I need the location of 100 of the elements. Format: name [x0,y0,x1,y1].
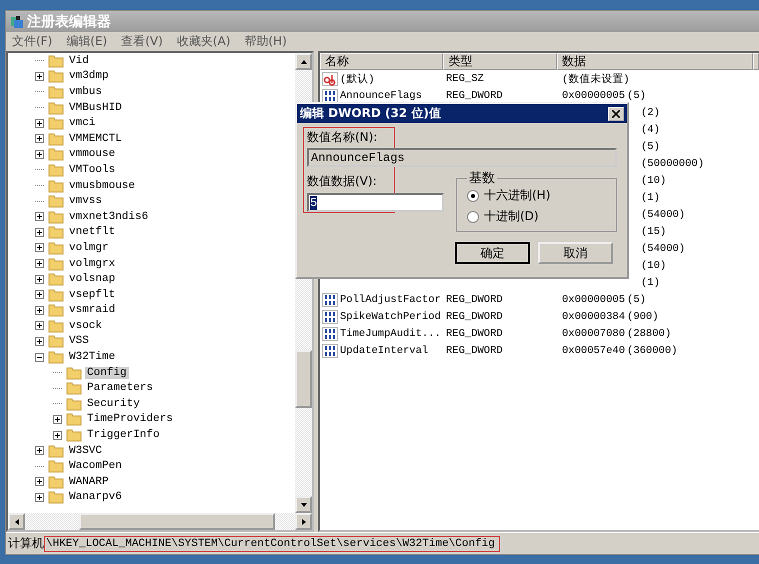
expand-icon[interactable] [35,477,44,486]
menu-item[interactable]: 编辑(E) [66,33,108,50]
expand-icon[interactable] [35,72,44,81]
tree-item[interactable]: WANARP [67,476,111,488]
value-name[interactable]: (默认) [340,72,375,86]
value-name[interactable]: PollAdjustFactor [340,294,441,306]
expand-icon[interactable] [35,228,44,237]
scroll-right-button[interactable] [295,513,312,530]
menu-item[interactable]: 帮助(H) [244,33,287,50]
expand-icon[interactable] [35,446,44,456]
expand-icon[interactable] [53,430,62,440]
dialog-button[interactable]: 取消 [538,242,613,264]
tree-item[interactable]: vmvss [67,195,104,208]
folder-icon [48,178,64,193]
value-data-field[interactable]: 5 [307,193,444,212]
tree-item[interactable]: vmusbmouse [67,180,138,192]
string-value-icon [322,72,338,86]
tree-item[interactable]: vmbus [67,86,104,98]
tree-item[interactable]: vnetflt [67,226,118,238]
tree-item[interactable]: Wanarpv6 [67,491,124,504]
folder-icon [48,147,64,162]
tree-item[interactable]: WacomPen [67,460,124,472]
tree-item[interactable]: Config [85,366,129,379]
close-button[interactable] [608,106,624,120]
tree-item[interactable]: W32Time [67,351,118,364]
tree-item[interactable]: Security [85,398,142,410]
tree-item[interactable]: vsock [67,320,104,332]
column-header[interactable]: 数据 [557,53,753,70]
tree-item[interactable]: TriggerInfo [85,429,162,442]
value-name[interactable]: AnnounceFlags [340,90,422,102]
menu-item[interactable]: 文件(F) [12,33,52,50]
expand-icon[interactable] [35,306,44,315]
expand-icon[interactable] [35,243,44,252]
right-arrow-icon[interactable] [300,518,308,526]
scroll-thumb[interactable] [295,350,312,408]
folder-icon [48,194,64,208]
value-type: REG_DWORD [446,90,503,102]
folder-icon [48,162,64,177]
value-name[interactable]: TimeJumpAudit... [340,328,441,340]
expand-icon[interactable] [35,259,44,268]
tree-item[interactable]: vsepflt [67,288,118,301]
expand-icon[interactable] [35,150,44,159]
scroll-thumb[interactable] [79,513,275,530]
value-name[interactable]: UpdateInterval [340,344,428,356]
value-name-field[interactable]: AnnounceFlags [307,148,617,167]
expand-icon[interactable] [35,134,44,144]
folder-icon [48,334,64,348]
menu-item[interactable]: 查看(V) [121,33,163,50]
up-arrow-icon[interactable] [300,58,308,66]
folder-icon [48,350,64,364]
folder-icon [48,100,64,115]
tree-item[interactable]: TimeProviders [85,413,175,426]
scroll-up-button[interactable] [295,53,312,70]
tree-item[interactable]: vmmouse [67,148,118,160]
column-header[interactable]: 名称 [320,53,444,70]
tree-item[interactable]: VMBusHID [67,102,124,114]
tree-item[interactable]: vmci [67,117,98,130]
expand-icon[interactable] [35,492,44,502]
menu-item[interactable]: 收藏夹(A) [176,33,230,50]
expand-icon[interactable] [35,336,44,346]
expand-icon[interactable] [35,212,44,222]
value-name[interactable]: SpikeWatchPeriod [340,310,441,322]
tree-item[interactable]: vsmraid [67,304,118,316]
horizontal-scrollbar[interactable] [8,513,312,530]
value-type: REG_DWORD [446,310,503,322]
left-arrow-icon[interactable] [12,518,20,526]
tree-item[interactable]: Parameters [85,382,156,394]
tree-item[interactable]: VMTools [67,164,118,176]
value-decimal: (10) [641,174,666,186]
expand-icon[interactable] [35,290,44,300]
tree-item[interactable]: vm3dmp [67,70,111,82]
value-decimal: (4) [641,124,660,136]
scroll-down-button[interactable] [295,496,312,513]
scroll-left-button[interactable] [8,513,25,530]
expand-icon[interactable] [35,321,44,330]
radio-icon[interactable] [467,190,479,202]
tree-item[interactable]: vmxnet3ndis6 [67,210,150,223]
value-decimal: (5) [627,294,646,306]
down-arrow-icon[interactable] [300,500,308,508]
registry-path: \HKEY_LOCAL_MACHINE\SYSTEM\CurrentControlSet\services\W32Time\Config [44,536,500,552]
collapse-icon[interactable] [35,352,44,362]
tree-item[interactable]: W3SVC [67,444,104,457]
radio-option[interactable]: 十六进制(H) [467,187,616,204]
dialog-button[interactable]: 确定 [455,242,530,264]
tree-item[interactable]: Vid [67,54,91,67]
expand-icon[interactable] [35,118,44,128]
tree-item[interactable]: volsnap [67,273,118,286]
tree-item[interactable]: volmgr [67,242,111,254]
tree-item[interactable]: VMMEMCTL [67,132,124,145]
column-header[interactable]: 类型 [443,53,558,70]
radio-option[interactable]: 十进制(D) [467,208,616,225]
folder-icon [66,412,82,426]
expand-icon[interactable] [35,274,44,284]
expand-icon[interactable] [53,414,62,424]
folder-icon [48,210,64,224]
tree-item[interactable]: VSS [67,335,91,348]
radio-icon[interactable] [467,210,479,222]
tree-item[interactable]: volmgrx [67,258,118,270]
value-decimal: (2) [641,106,660,118]
folder-icon [48,490,64,504]
